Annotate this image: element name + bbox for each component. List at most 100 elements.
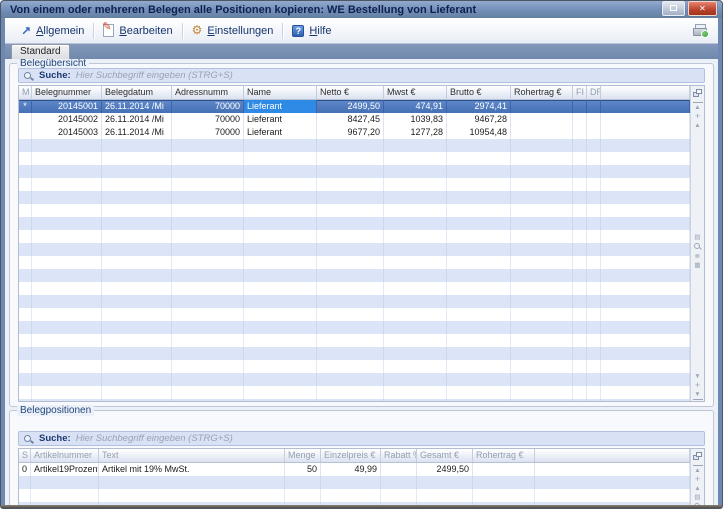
column-chooser-icon[interactable]	[693, 452, 703, 461]
table-row[interactable]: *2014500126.11.2014 /Mi70000Lieferant249…	[19, 100, 690, 113]
grid-cell[interactable]	[511, 100, 573, 113]
tab-standard[interactable]: Standard	[11, 44, 70, 59]
keyboard-icon[interactable]: ▤	[693, 493, 703, 502]
column-header[interactable]: Adressnumm	[172, 86, 244, 99]
grid-cell[interactable]	[19, 113, 32, 126]
scroll-up-icon[interactable]: ▲	[693, 484, 703, 493]
empty-cell	[317, 152, 384, 165]
column-header[interactable]: FI	[573, 86, 587, 99]
column-header[interactable]: Netto €	[317, 86, 384, 99]
grid-cell[interactable]	[19, 126, 32, 139]
grid-cell[interactable]: 20145003	[32, 126, 102, 139]
plus-icon[interactable]: +	[693, 112, 703, 121]
column-header[interactable]: Belegdatum	[102, 86, 172, 99]
column-header[interactable]: Mwst €	[384, 86, 447, 99]
grid-cell[interactable]: 26.11.2014 /Mi	[102, 126, 172, 139]
grid-cell[interactable]: 20145001	[32, 100, 102, 113]
grid-cell[interactable]: 50	[285, 463, 321, 476]
menu-einstellungen[interactable]: ⚙ Einstellungen	[184, 21, 282, 40]
grid-cell[interactable]: Artikel mit 19% MwSt.	[99, 463, 285, 476]
column-header[interactable]: Rabatt %	[381, 449, 417, 462]
empty-row	[19, 373, 690, 386]
search-input-beleguebersicht[interactable]: Suche: Hier Suchbegriff eingeben (STRG+S…	[18, 68, 705, 83]
grid-cell[interactable]	[511, 113, 573, 126]
grid-cell[interactable]	[573, 126, 587, 139]
table-row[interactable]: 0Artikel19ProzentArtikel mit 19% MwSt.50…	[19, 463, 690, 476]
grid-cell[interactable]: Artikel19Prozent	[31, 463, 99, 476]
grid-cell[interactable]: 70000	[172, 113, 244, 126]
column-header[interactable]: Rohertrag €	[511, 86, 573, 99]
plus-icon[interactable]: +	[693, 475, 703, 484]
column-chooser-icon[interactable]	[693, 89, 703, 98]
grid-cell[interactable]: 49,99	[321, 463, 381, 476]
menu-bearbeiten[interactable]: ✎ Bearbeiten	[95, 21, 180, 40]
table-row[interactable]: 2014500326.11.2014 /Mi70000Lieferant9677…	[19, 126, 690, 139]
grid-cell[interactable]	[587, 100, 601, 113]
grid-cell[interactable]: 2499,50	[317, 100, 384, 113]
grid-cell[interactable]: 0	[19, 463, 31, 476]
column-header[interactable]: Brutto €	[447, 86, 511, 99]
grid-cell[interactable]: 9677,20	[317, 126, 384, 139]
column-header[interactable]: Gesamt €	[417, 449, 473, 462]
scroll-bottom-icon[interactable]: ▼	[693, 390, 703, 400]
grid-cell[interactable]	[473, 463, 535, 476]
grid-cell[interactable]	[587, 126, 601, 139]
column-header[interactable]: Menge	[285, 449, 321, 462]
column-header[interactable]	[601, 86, 690, 99]
grid-cell[interactable]	[601, 113, 690, 126]
column-header[interactable]: Rohertrag €	[473, 449, 535, 462]
window-titlebar[interactable]: Von einem oder mehreren Belegen alle Pos…	[1, 1, 722, 18]
grid-cell[interactable]: Lieferant	[244, 126, 317, 139]
column-header[interactable]: S	[19, 449, 31, 462]
column-header[interactable]: Name	[244, 86, 317, 99]
maximize-button[interactable]	[662, 1, 685, 16]
grid-cell[interactable]	[601, 100, 690, 113]
column-header[interactable]: Belegnummer	[32, 86, 102, 99]
grid-cell[interactable]	[573, 113, 587, 126]
empty-cell	[447, 308, 511, 321]
grid-cell[interactable]: 26.11.2014 /Mi	[102, 100, 172, 113]
grid-cell[interactable]: 70000	[172, 126, 244, 139]
grid-cell[interactable]	[601, 126, 690, 139]
empty-row	[19, 347, 690, 360]
grid-cell[interactable]: 70000	[172, 100, 244, 113]
column-header[interactable]: M	[19, 86, 32, 99]
grid-view-icon[interactable]: ▦	[693, 261, 703, 270]
empty-cell	[587, 204, 601, 217]
column-header[interactable]: Artikelnummer	[31, 449, 99, 462]
grid-cell[interactable]: 1039,83	[384, 113, 447, 126]
table-row[interactable]: 2014500226.11.2014 /Mi70000Lieferant8427…	[19, 113, 690, 126]
menu-allgemein[interactable]: ↗ Allgemein	[13, 22, 92, 40]
grid-cell[interactable]: 10954,48	[447, 126, 511, 139]
grid-cell[interactable]	[511, 126, 573, 139]
grid-cell[interactable]: 8427,45	[317, 113, 384, 126]
plus-icon[interactable]: +	[693, 381, 703, 390]
grid-cell[interactable]	[587, 113, 601, 126]
grid-cell[interactable]: 20145002	[32, 113, 102, 126]
grid-cell[interactable]: *	[19, 100, 32, 113]
scroll-up-icon[interactable]: ▲	[693, 121, 703, 130]
grid-cell[interactable]	[535, 463, 690, 476]
grid-cell[interactable]: 474,91	[384, 100, 447, 113]
grid-cell[interactable]: 2499,50	[417, 463, 473, 476]
search-input-belegpositionen[interactable]: Suche: Hier Suchbegriff eingeben (STRG+S…	[18, 431, 705, 446]
printer-icon[interactable]	[693, 24, 707, 37]
close-button[interactable]: ✕	[688, 1, 717, 16]
grid-cell[interactable]: 9467,28	[447, 113, 511, 126]
magnifier-icon[interactable]	[694, 243, 702, 251]
grid-cell[interactable]	[381, 463, 417, 476]
grid-cell[interactable]: Lieferant	[244, 113, 317, 126]
grid-cell[interactable]	[573, 100, 587, 113]
list-icon[interactable]: ≣	[693, 252, 703, 261]
column-header[interactable]: Einzelpreis €	[321, 449, 381, 462]
keyboard-icon[interactable]: ▤	[693, 233, 703, 242]
column-header[interactable]: Text	[99, 449, 285, 462]
column-header[interactable]	[535, 449, 690, 462]
column-header[interactable]: DR	[587, 86, 601, 99]
menu-hilfe[interactable]: ? Hilfe	[284, 22, 339, 40]
grid-cell[interactable]: 2974,41	[447, 100, 511, 113]
grid-cell[interactable]: 1277,28	[384, 126, 447, 139]
grid-cell[interactable]: 26.11.2014 /Mi	[102, 113, 172, 126]
empty-cell	[447, 399, 511, 401]
grid-cell[interactable]: Lieferant	[244, 100, 317, 113]
